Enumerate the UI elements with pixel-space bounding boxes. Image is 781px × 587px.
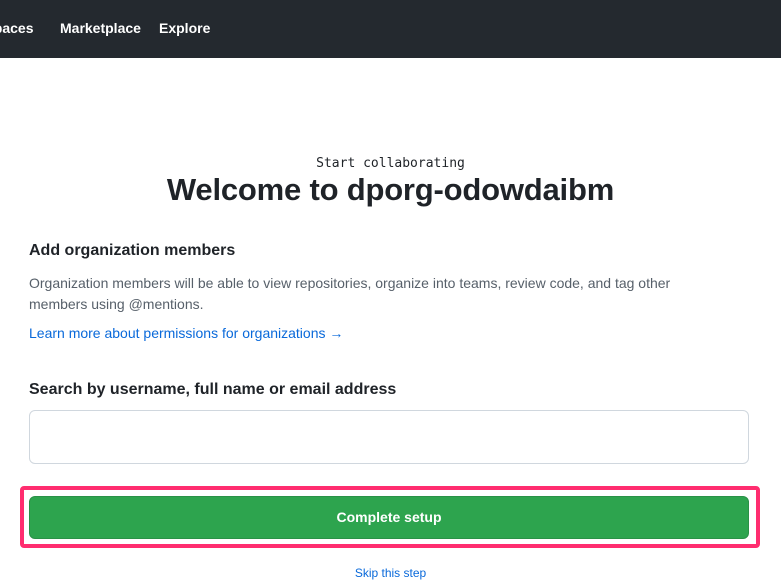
nav-marketplace[interactable]: Marketplace — [60, 20, 141, 36]
skip-step-link[interactable]: Skip this step — [0, 566, 781, 580]
nav-explore[interactable]: Explore — [159, 20, 210, 36]
section-heading: Add organization members — [29, 242, 236, 259]
search-label: Search by username, full name or email a… — [29, 381, 397, 398]
page-eyebrow: Start collaborating — [316, 156, 465, 171]
permissions-link[interactable]: Learn more about permissions for organiz… — [29, 325, 343, 341]
section-description: Organization members will be able to vie… — [29, 275, 671, 312]
nav-codespaces[interactable]: spaces — [0, 20, 33, 36]
top-navigation-bar: spaces Marketplace Explore — [0, 0, 781, 58]
member-search-input[interactable] — [29, 410, 749, 464]
complete-setup-button[interactable]: Complete setup — [29, 496, 749, 539]
page-title: Welcome to dporg-odowdaibm — [166, 172, 615, 207]
